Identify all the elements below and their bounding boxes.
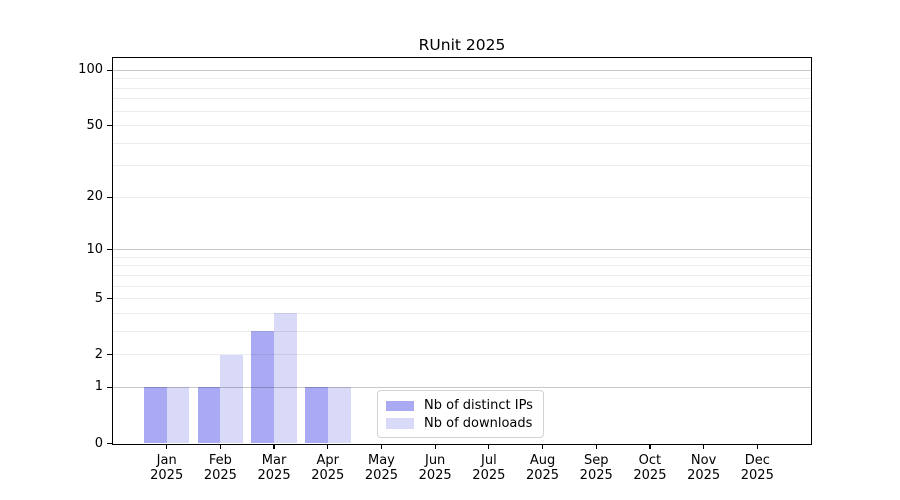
y-axis-tick — [107, 354, 114, 355]
x-axis-tick — [757, 445, 758, 450]
gridline-minor — [113, 111, 811, 112]
y-axis-tick-label: 2 — [43, 347, 103, 363]
y-axis-tick-label: 50 — [43, 118, 103, 134]
y-axis-tick-label: 1 — [43, 379, 103, 395]
gridline-minor — [113, 143, 811, 144]
y-axis-tick — [107, 387, 114, 388]
x-axis-tick — [649, 445, 650, 450]
gridline-minor — [113, 88, 811, 89]
chart-title: RUnit 2025 — [112, 35, 812, 55]
x-axis-tick — [166, 445, 167, 450]
y-axis-tick — [107, 298, 114, 299]
legend-swatch-distinct-ips-icon — [386, 401, 414, 412]
gridline-minor — [113, 331, 811, 332]
y-axis-tick-label: 5 — [43, 291, 103, 307]
gridline-major — [113, 70, 811, 71]
legend-swatch-downloads-icon — [386, 418, 414, 429]
y-axis-tick-label: 100 — [43, 62, 103, 78]
gridline-minor — [113, 78, 811, 79]
x-axis-tick — [542, 445, 543, 450]
legend-label-downloads: Nb of downloads — [424, 415, 532, 432]
x-axis-tick — [435, 445, 436, 450]
x-axis-tick — [488, 445, 489, 450]
bar-distinct-ips — [305, 387, 328, 443]
y-axis-tick — [107, 197, 114, 198]
bar-downloads — [328, 387, 351, 443]
y-axis-tick-label: 10 — [43, 242, 103, 258]
gridline-minor — [113, 265, 811, 266]
x-axis-tick — [220, 445, 221, 450]
gridline-minor — [113, 165, 811, 166]
x-axis-tick — [703, 445, 704, 450]
y-axis-tick — [107, 125, 114, 126]
x-axis-tick — [596, 445, 597, 450]
bar-downloads — [167, 387, 190, 443]
gridline-minor — [113, 98, 811, 99]
y-axis-tick — [107, 249, 114, 250]
gridline-minor — [113, 257, 811, 258]
x-axis-tick — [327, 445, 328, 450]
gridline-minor — [113, 125, 811, 126]
y-axis-tick-label: 0 — [43, 436, 103, 452]
gridline-minor — [113, 313, 811, 314]
gridline-major — [113, 249, 811, 250]
legend-item-distinct-ips: Nb of distinct IPs — [386, 397, 533, 415]
download-stats-chart: RUnit 2025 Nb of distinct IPs Nb of down… — [0, 0, 900, 500]
bar-distinct-ips — [144, 387, 167, 443]
legend-label-distinct-ips: Nb of distinct IPs — [424, 397, 533, 414]
x-axis-tick-label: Dec2025 — [722, 453, 792, 483]
y-axis-tick-label: 20 — [43, 189, 103, 205]
y-axis-tick — [107, 443, 114, 444]
bar-distinct-ips — [198, 387, 221, 443]
bar-downloads — [274, 313, 297, 443]
legend-item-downloads: Nb of downloads — [386, 415, 533, 433]
gridline-minor — [113, 354, 811, 355]
gridline-minor — [113, 286, 811, 287]
gridline-minor — [113, 298, 811, 299]
legend: Nb of distinct IPs Nb of downloads — [377, 390, 544, 438]
y-axis-tick — [107, 70, 114, 71]
gridline-major — [113, 387, 811, 388]
bar-downloads — [220, 355, 243, 444]
x-axis-tick — [381, 445, 382, 450]
gridline-minor — [113, 275, 811, 276]
x-axis-tick — [273, 445, 274, 450]
gridline-minor — [113, 197, 811, 198]
